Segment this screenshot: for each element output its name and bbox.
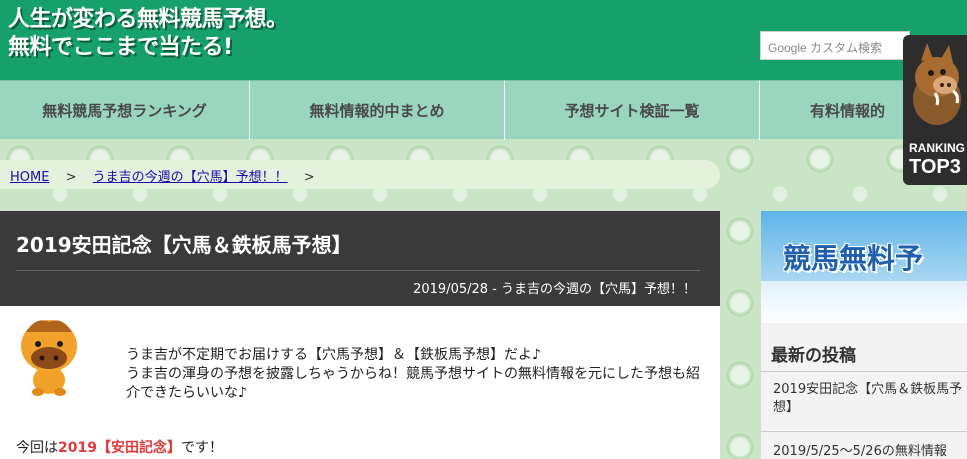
- breadcrumb-separator: >: [65, 170, 77, 185]
- banner-text: 競馬無料予: [783, 242, 924, 275]
- main-nav: 無料競馬予想ランキング 無料情報的中まとめ 予想サイト検証一覧 有料情報的: [0, 80, 967, 140]
- sidebar: 競馬無料予 最新の投稿 2019安田記念【穴馬＆鉄板馬予想】 2019/5/25…: [761, 211, 967, 459]
- lead-highlight: 2019【安田記念】: [58, 440, 181, 456]
- article-lead: 今回は2019【安田記念】です！: [16, 437, 223, 457]
- ranking-top3-badge[interactable]: RANKING TOP3: [903, 35, 967, 185]
- nav-item-site-reviews[interactable]: 予想サイト検証一覧: [505, 81, 760, 140]
- site-title-line2: 無料でここまで当たる!: [8, 35, 233, 60]
- breadcrumb-separator: >: [303, 170, 315, 185]
- nav-item-hits-summary[interactable]: 無料情報的中まとめ: [250, 81, 505, 140]
- sidebar-banner[interactable]: 競馬無料予: [761, 211, 967, 323]
- article-body: うま吉が不定期でお届けする【穴馬予想】＆【鉄板馬予想】だよ♪ うま吉の渾身の予想…: [0, 306, 720, 459]
- intro-line-1: うま吉が不定期でお届けする【穴馬予想】＆【鉄板馬予想】だよ♪: [126, 347, 541, 363]
- article-intro: うま吉が不定期でお届けする【穴馬予想】＆【鉄板馬予想】だよ♪ うま吉の渾身の予想…: [126, 346, 706, 403]
- article-header: 2019安田記念【穴馬＆鉄板馬予想】 2019/05/28 - うま吉の今週の【…: [0, 211, 720, 306]
- article-title: 2019安田記念【穴馬＆鉄板馬予想】: [16, 233, 352, 257]
- ranking-label: RANKING: [909, 141, 965, 155]
- search-placeholder: Google カスタム検索: [768, 41, 883, 55]
- site-header: 人生が変わる無料競馬予想。 無料でここまで当たる! Google カスタム検索: [0, 0, 967, 80]
- nav-item-ranking[interactable]: 無料競馬予想ランキング: [0, 81, 250, 140]
- recent-post-link[interactable]: 2019/5/25～5/26の無料情報: [773, 443, 963, 459]
- recent-post-link[interactable]: 2019安田記念【穴馬＆鉄板馬予想】: [773, 381, 963, 417]
- banner-sky: [761, 281, 967, 323]
- sidebar-divider: [761, 431, 967, 432]
- search-input[interactable]: Google カスタム検索: [760, 31, 910, 60]
- recent-posts-heading: 最新の投稿: [771, 346, 856, 366]
- article-meta: 2019/05/28 - うま吉の今週の【穴馬】予想！！: [413, 282, 696, 297]
- uma-kichi-mascot-icon: [21, 320, 77, 396]
- lead-suffix: です！: [180, 440, 223, 456]
- article-divider: [16, 270, 700, 271]
- sidebar-divider: [761, 371, 967, 372]
- breadcrumb-category-link[interactable]: うま吉の今週の【穴馬】予想！！: [93, 170, 288, 185]
- site-title[interactable]: 人生が変わる無料競馬予想。 無料でここまで当たる!: [8, 6, 288, 62]
- boar-mascot-icon: [913, 43, 961, 125]
- site-title-line1: 人生が変わる無料競馬予想。: [8, 7, 288, 32]
- breadcrumb-home-link[interactable]: HOME: [10, 170, 49, 185]
- breadcrumb: HOME > うま吉の今週の【穴馬】予想！！ >: [0, 160, 720, 189]
- ranking-top3-label: TOP3: [909, 156, 961, 178]
- lead-prefix: 今回は: [16, 440, 58, 456]
- intro-line-2: うま吉の渾身の予想を披露しちゃうからね！競馬予想サイトの無料情報を元にした予想も…: [126, 366, 700, 401]
